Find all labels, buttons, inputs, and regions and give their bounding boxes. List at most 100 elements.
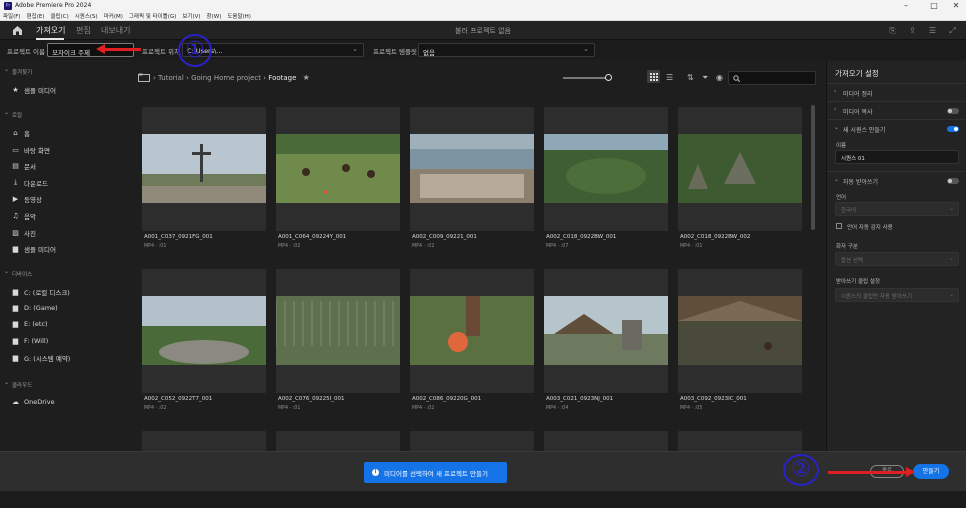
- copy-media-row[interactable]: › 미디어 복사: [827, 101, 966, 119]
- close-icon[interactable]: ✕: [944, 0, 966, 11]
- minimize-icon[interactable]: –: [894, 0, 918, 11]
- cloud-icon: ☁: [12, 398, 19, 406]
- project-template-label: 프로젝트 템플릿: [373, 48, 417, 56]
- sidebar-item[interactable]: ▨ 사진: [12, 228, 36, 238]
- sidebar-item[interactable]: ▆ 샘플 미디어: [13, 244, 56, 254]
- clip-thumbnail[interactable]: [678, 431, 802, 451]
- sidebar-item[interactable]: ★ 샘플 미디어: [12, 85, 56, 95]
- clip-thumbnail[interactable]: [410, 107, 534, 231]
- clip-thumbnail[interactable]: [544, 107, 668, 231]
- menu-item[interactable]: 클립(C): [50, 12, 68, 20]
- clip-card[interactable]: A003_C092_0923IC_001 MP4 · :05: [678, 269, 802, 432]
- filter-icon[interactable]: ⏷: [702, 73, 708, 83]
- clip-thumbnail[interactable]: [276, 269, 400, 393]
- fullscreen-icon[interactable]: ⤢: [948, 26, 957, 35]
- breadcrumb-item[interactable]: Going Home project: [191, 74, 261, 82]
- scrollbar[interactable]: [811, 105, 815, 230]
- menu-item[interactable]: 편집(E): [27, 12, 45, 20]
- sidebar-item[interactable]: ⌂ 홈: [13, 128, 30, 138]
- clip-thumbnail[interactable]: [410, 269, 534, 393]
- language-select[interactable]: 한국어 ⌄: [835, 202, 959, 216]
- annotation-arrow-left: [96, 44, 141, 54]
- thumbnail-size-slider[interactable]: [563, 74, 612, 81]
- share-icon[interactable]: ⇪: [908, 26, 917, 35]
- create-button[interactable]: 만들기: [913, 464, 949, 479]
- clip-card[interactable]: A002_C052_0922T7_001 MP4 · :02: [142, 269, 266, 432]
- clip-meta: MP4 · :07: [546, 244, 569, 249]
- clip-preview-image: [410, 296, 534, 365]
- maximize-icon[interactable]: □: [922, 0, 946, 11]
- auto-detect-checkbox[interactable]: [836, 223, 842, 229]
- slider-knob[interactable]: [605, 74, 612, 81]
- sidebar-item[interactable]: ▆ D: (Game): [13, 304, 58, 312]
- sidebar-item[interactable]: ▆ F: (Will): [13, 337, 48, 345]
- menu-item[interactable]: 파일(F): [3, 12, 21, 20]
- sidebar-item[interactable]: ♫ 음악: [12, 211, 36, 221]
- grid-view-button[interactable]: [647, 70, 660, 83]
- clip-card[interactable]: A002_C018_0922BW_001 MP4 · :07: [544, 107, 668, 270]
- clip-card[interactable]: A002_C076_09225I_001 MP4 · :01: [276, 269, 400, 432]
- clip-card[interactable]: A003_C021_0923NJ_001 MP4 · :04: [544, 269, 668, 432]
- sidebar-item[interactable]: ▆ C: (로컬 디스크): [13, 287, 70, 297]
- menu-item[interactable]: 창(W): [207, 12, 222, 20]
- sidebar-item[interactable]: ▭ 바탕 화면: [12, 145, 50, 155]
- new-sequence-row[interactable]: ⌄ 새 시퀀스 만들기: [827, 119, 966, 137]
- speaker-select[interactable]: 옵션 선택 ⌄: [835, 252, 959, 266]
- menu-item[interactable]: 그래픽 및 타이틀(G): [129, 12, 176, 20]
- star-icon[interactable]: ★: [303, 73, 310, 82]
- create-project-info-button[interactable]: i 미디어를 선택하여 새 프로젝트 만들기: [364, 462, 507, 483]
- sidebar-item[interactable]: ▶ 동영상: [13, 194, 42, 204]
- search-input[interactable]: [728, 71, 816, 85]
- menu-item[interactable]: 시퀀스(S): [75, 12, 98, 20]
- transcribe-settings-select[interactable]: 시퀀스의 클립만 자동 받아쓰기 ⌄: [835, 288, 959, 302]
- clip-thumbnail[interactable]: [678, 269, 802, 393]
- clip-thumbnail[interactable]: [410, 431, 534, 451]
- sidebar-section-header[interactable]: 로컬: [4, 109, 22, 119]
- sidebar-section-header[interactable]: 디바이스: [4, 268, 32, 278]
- menu-item[interactable]: 마커(M): [104, 12, 123, 20]
- clip-card[interactable]: A002_C009_09221_001 MP4 · :02: [410, 107, 534, 270]
- auto-transcribe-toggle[interactable]: [947, 178, 959, 184]
- clip-card[interactable]: A001_C037_0921FG_001 MP4 · :01: [142, 107, 266, 270]
- sidebar-item[interactable]: ▆ G: (시스템 예약): [13, 353, 71, 363]
- clip-card[interactable]: A001_C064_09224Y_001 MP4 · :02: [276, 107, 400, 270]
- clip-card[interactable]: A002_C018_0922BW_002 MP4 · :01: [678, 107, 802, 270]
- document-icon: ▤: [12, 162, 19, 171]
- folder-browse-icon[interactable]: [138, 73, 150, 82]
- clip-thumbnail[interactable]: [276, 107, 400, 231]
- new-sequence-toggle[interactable]: [947, 126, 959, 132]
- clip-thumbnail[interactable]: [142, 269, 266, 393]
- sidebar-item[interactable]: ▤ 문서: [12, 161, 36, 171]
- drive-icon: ▆: [12, 303, 19, 312]
- clip-preview-image: [678, 134, 802, 203]
- sidebar-item[interactable]: ☁ OneDrive: [12, 398, 55, 406]
- organize-media-row[interactable]: › 미디어 정리: [827, 83, 966, 101]
- list-view-icon[interactable]: ☰: [666, 73, 673, 82]
- clip-card[interactable]: A002_C086_09220G_001 MP4 · :02: [410, 269, 534, 432]
- menu-item[interactable]: 도움말(H): [227, 12, 251, 20]
- clip-thumbnail[interactable]: [544, 431, 668, 451]
- workspaces-icon[interactable]: ☰: [928, 26, 937, 35]
- grid-icon: [650, 73, 658, 81]
- sidebar-item[interactable]: ▆ E: (etc): [13, 320, 48, 328]
- sidebar-item[interactable]: ⤓ 다운로드: [14, 178, 48, 188]
- download-icon: ⤓: [13, 178, 18, 187]
- sidebar-section-header[interactable]: 클라우드: [4, 379, 32, 389]
- menu-item[interactable]: 보기(V): [182, 12, 200, 20]
- clip-thumbnail[interactable]: [142, 431, 266, 451]
- row-label: 새 시퀀스 만들기: [843, 127, 886, 134]
- sort-icon[interactable]: ⇅: [687, 73, 694, 82]
- sequence-name-input[interactable]: 시퀀스 01: [835, 150, 959, 164]
- clip-thumbnail[interactable]: [142, 107, 266, 231]
- clip-thumbnail[interactable]: [678, 107, 802, 231]
- breadcrumb-item[interactable]: Tutorial: [158, 74, 184, 82]
- eye-icon[interactable]: ◉: [716, 73, 723, 82]
- clip-thumbnail[interactable]: [544, 269, 668, 393]
- clip-thumbnail[interactable]: [276, 431, 400, 451]
- sidebar-section-header[interactable]: 즐겨찾기: [4, 66, 32, 76]
- quick-export-icon[interactable]: ⎘: [888, 26, 897, 35]
- sidebar-item-label: 음악: [24, 213, 36, 221]
- copy-media-toggle[interactable]: [947, 108, 959, 114]
- auto-transcribe-row[interactable]: ⌄ 자동 받아쓰기: [827, 171, 966, 189]
- project-template-select[interactable]: 없음 ⌄: [418, 43, 595, 57]
